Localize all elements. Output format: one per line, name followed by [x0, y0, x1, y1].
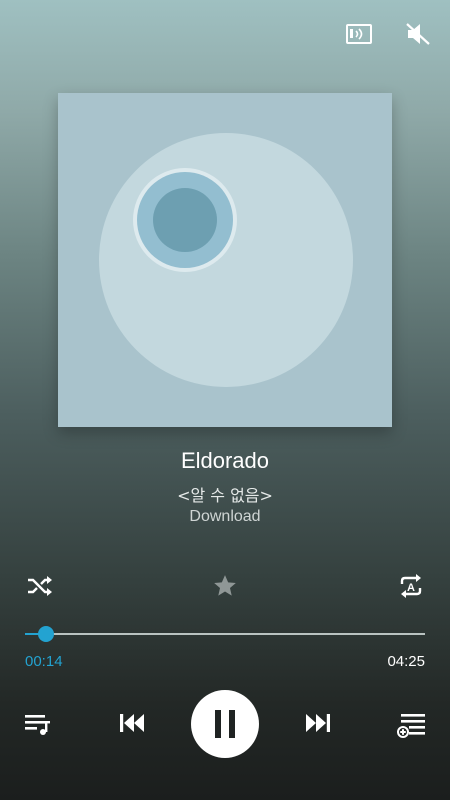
- playlist-music-icon: [25, 715, 50, 735]
- favorite-button[interactable]: [211, 572, 239, 600]
- previous-button[interactable]: [117, 710, 147, 736]
- next-button[interactable]: [303, 710, 333, 736]
- skip-previous-icon: [120, 714, 144, 732]
- add-to-queue-icon: [397, 714, 425, 738]
- track-title: Eldorado: [180, 448, 270, 473]
- add-to-queue-button[interactable]: [397, 711, 427, 739]
- repeat-a-icon: A: [400, 574, 422, 598]
- track-album: Download: [189, 508, 261, 525]
- shuffle-button[interactable]: [26, 574, 54, 598]
- star-icon: [214, 575, 236, 596]
- seek-bar[interactable]: [25, 626, 425, 642]
- volume-mute-icon[interactable]: [404, 22, 432, 46]
- disc-hub: [153, 188, 217, 252]
- elapsed-time: 00:14: [25, 653, 63, 670]
- shuffle-icon: [28, 576, 52, 596]
- svg-text:A: A: [407, 582, 415, 594]
- playlist-button[interactable]: [24, 711, 52, 737]
- skip-next-icon: [306, 714, 330, 732]
- total-duration: 04:25: [387, 653, 425, 670]
- repeat-button[interactable]: A: [396, 572, 426, 600]
- album-art: [58, 93, 392, 427]
- cd-disc-icon: [99, 133, 353, 387]
- track-artist: <알 수 없음>: [177, 486, 273, 505]
- cast-icon[interactable]: [345, 22, 373, 46]
- pause-button[interactable]: [191, 690, 259, 758]
- seek-bar-thumb[interactable]: [38, 626, 55, 642]
- pause-icon: [215, 710, 235, 738]
